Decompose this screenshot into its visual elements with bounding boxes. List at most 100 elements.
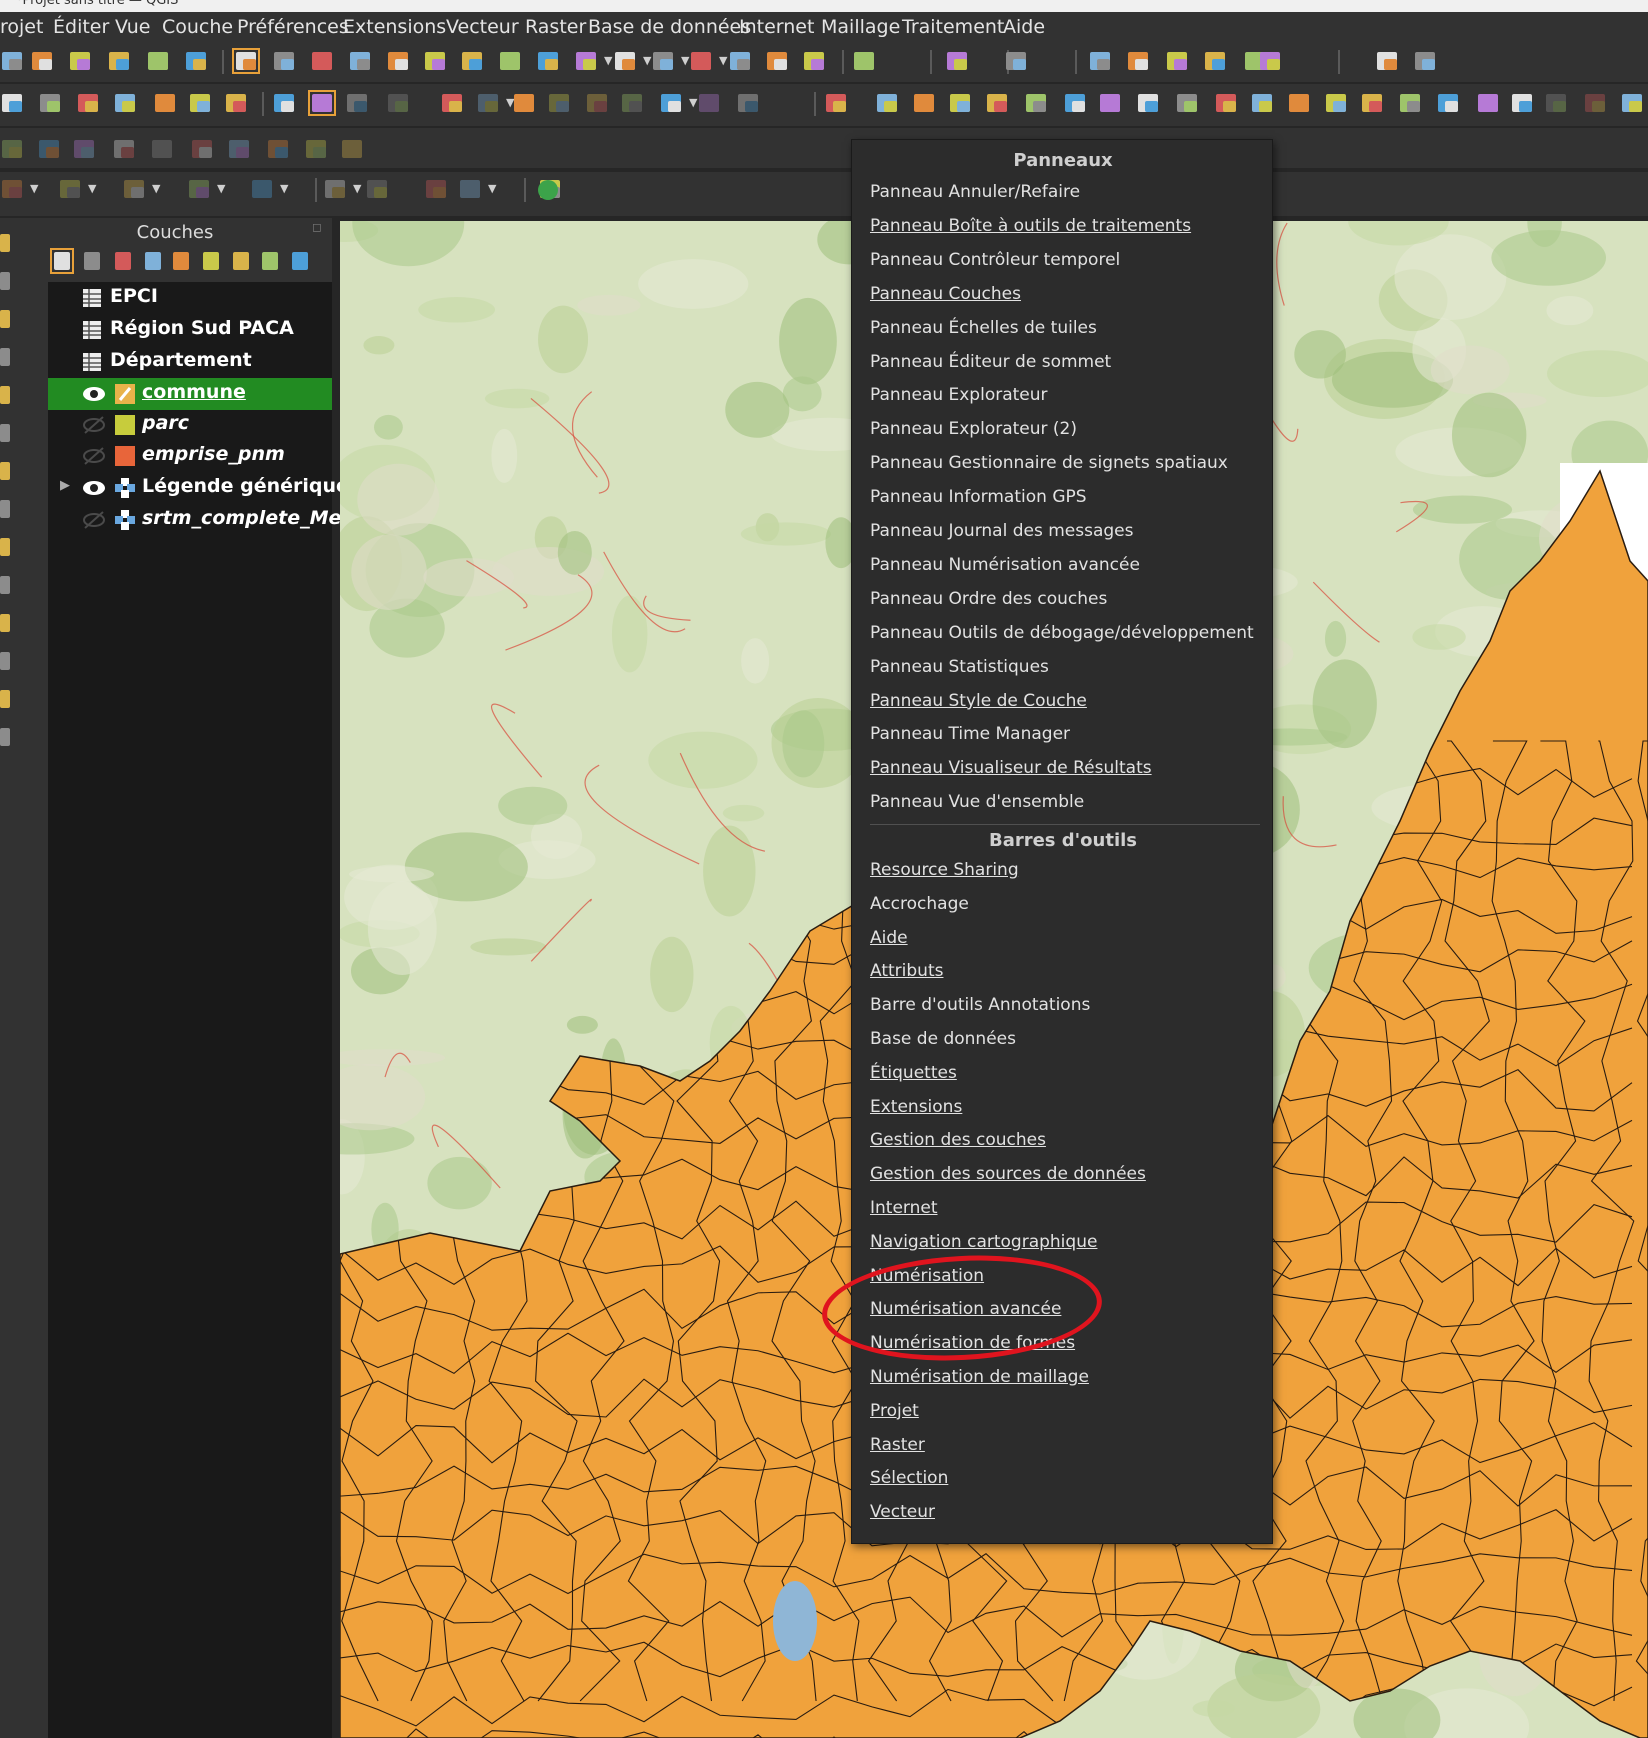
toolbar-tool-icon[interactable] (323, 178, 347, 200)
menu-item-toolbar[interactable]: Gestion des sources de données (870, 1164, 1146, 1184)
menu-item-panel[interactable]: Panneau Annuler/Refaire (870, 182, 1080, 202)
toolbar-tool-icon[interactable] (460, 50, 484, 72)
toolbar-tool-icon[interactable] (498, 50, 522, 72)
toolbar-tool-icon[interactable] (824, 92, 848, 114)
toolbar-tool-icon[interactable] (1004, 50, 1028, 72)
toolbar-tool-icon[interactable] (184, 50, 208, 72)
layers-tool-icon[interactable] (201, 250, 221, 272)
toolbar-tool-icon[interactable] (365, 178, 389, 200)
toolbar-tool-icon[interactable] (659, 92, 683, 114)
chevron-down-icon[interactable]: ▼ (353, 182, 361, 195)
toolbar-tool-icon[interactable] (224, 92, 248, 114)
toolbar-tool-icon[interactable] (1136, 92, 1160, 114)
toolbar-tool-icon[interactable] (232, 48, 260, 74)
toolbar-tool-icon[interactable] (345, 92, 369, 114)
toolbar-tool-icon[interactable] (424, 178, 448, 200)
toolbar-tool-icon[interactable] (0, 138, 24, 160)
layers-tool-icon[interactable] (290, 250, 310, 272)
layer-row[interactable]: emprise_pnm (48, 440, 332, 472)
toolbar-tool-icon[interactable] (1175, 92, 1199, 114)
menu-item-panel[interactable]: Panneau Time Manager (870, 724, 1070, 744)
toolbar-tool-icon[interactable] (1360, 92, 1384, 114)
toolbar-tool-icon[interactable] (476, 92, 500, 114)
menu-item-panel[interactable]: Panneau Gestionnaire de signets spatiaux (870, 453, 1228, 473)
menu-item-panel[interactable]: Panneau Couches (870, 284, 1021, 304)
toolbar-tool-icon[interactable] (310, 50, 334, 72)
toolbar-tool-icon[interactable] (1258, 50, 1282, 72)
menu-6[interactable]: Vecteur (446, 16, 519, 38)
toolbar-tool-icon[interactable] (153, 92, 177, 114)
toolbar-tool-icon[interactable] (512, 92, 536, 114)
layer-row[interactable]: Département (48, 346, 332, 378)
menu-item-panel[interactable]: Panneau Explorateur (870, 385, 1048, 405)
toolbar-tool-icon[interactable] (150, 138, 174, 160)
eye-visible-icon[interactable] (82, 478, 106, 498)
menu-item-toolbar[interactable]: Vecteur (870, 1502, 935, 1522)
layer-row[interactable]: Région Sud PACA (48, 314, 332, 346)
menu-3[interactable]: Couche (162, 16, 233, 38)
toolbar-tool-icon[interactable] (1098, 92, 1122, 114)
toolbar-tool-icon[interactable] (187, 178, 211, 200)
layer-row[interactable]: srtm_complete_Mer (48, 504, 351, 536)
toolbar-tool-icon[interactable] (1436, 92, 1460, 114)
chevron-down-icon[interactable]: ▼ (719, 54, 727, 67)
toolbar-tool-icon[interactable] (304, 138, 328, 160)
toolbar-tool-icon[interactable] (651, 50, 675, 72)
layers-tool-icon[interactable] (171, 250, 191, 272)
menu-item-panel[interactable]: Panneau Vue d'ensemble (870, 792, 1084, 812)
menu-item-toolbar[interactable]: Étiquettes (870, 1063, 957, 1083)
side-tool-icon[interactable] (0, 650, 12, 672)
toolbar-tool-icon[interactable] (76, 92, 100, 114)
toolbar-tool-icon[interactable] (585, 92, 609, 114)
layer-row[interactable]: ▶ Légende générique (48, 472, 349, 504)
toolbar-tool-icon[interactable] (1126, 50, 1150, 72)
toolbar-tool-icon[interactable] (1250, 92, 1274, 114)
toolbar-tool-icon[interactable] (113, 92, 137, 114)
toolbar-tool-icon[interactable] (985, 92, 1009, 114)
menu-item-panel[interactable]: Panneau Éditeur de sommet (870, 352, 1111, 372)
toolbar-tool-icon[interactable] (188, 92, 212, 114)
toolbar-tool-icon[interactable] (620, 92, 644, 114)
chevron-down-icon[interactable]: ▼ (488, 182, 496, 195)
menu-item-panel[interactable]: Panneau Boîte à outils de traitements (870, 216, 1191, 236)
layers-tool-icon[interactable] (143, 250, 163, 272)
share-icon[interactable] (538, 180, 558, 200)
chevron-down-icon[interactable]: ▼ (280, 182, 288, 195)
toolbar-tool-icon[interactable] (266, 138, 290, 160)
menu-item-toolbar[interactable]: Projet (870, 1401, 919, 1421)
toolbar-tool-icon[interactable] (852, 50, 876, 72)
toolbar-tool-icon[interactable] (0, 92, 24, 114)
side-tool-icon[interactable] (0, 384, 12, 406)
layers-tool-icon[interactable] (260, 250, 280, 272)
toolbar-tool-icon[interactable] (1287, 92, 1311, 114)
eye-hidden-icon[interactable] (82, 510, 106, 530)
chevron-down-icon[interactable]: ▼ (30, 182, 38, 195)
side-tool-icon[interactable] (0, 536, 12, 558)
menu-item-panel[interactable]: Panneau Statistiques (870, 657, 1049, 677)
toolbar-tool-icon[interactable] (68, 50, 92, 72)
side-tool-icon[interactable] (0, 574, 12, 596)
eye-hidden-icon[interactable] (82, 446, 106, 466)
menu-item-toolbar[interactable]: Numérisation de maillage (870, 1367, 1089, 1387)
toolbar-tool-icon[interactable] (1165, 50, 1189, 72)
toolbar-tool-icon[interactable] (308, 90, 336, 116)
toolbar-tool-icon[interactable] (1088, 50, 1112, 72)
menu-2[interactable]: Vue (115, 16, 150, 38)
toolbar-tool-icon[interactable] (340, 138, 364, 160)
menu-11[interactable]: Traitement (902, 16, 1004, 38)
toolbar-tool-icon[interactable] (1510, 92, 1534, 114)
toolbar-tool-icon[interactable] (728, 50, 752, 72)
chevron-down-icon[interactable]: ▼ (88, 182, 96, 195)
toolbar-tool-icon[interactable] (1063, 92, 1087, 114)
toolbar-tool-icon[interactable] (58, 178, 82, 200)
menu-7[interactable]: Raster (525, 16, 586, 38)
eye-hidden-icon[interactable] (82, 415, 106, 435)
toolbar-tool-icon[interactable] (547, 92, 571, 114)
menu-item-panel[interactable]: Panneau Explorateur (2) (870, 419, 1077, 439)
toolbar-tool-icon[interactable] (689, 50, 713, 72)
menu-item-toolbar[interactable]: Sélection (870, 1468, 948, 1488)
toolbar-tool-icon[interactable] (227, 138, 251, 160)
menu-item-toolbar[interactable]: Base de données (870, 1029, 1016, 1049)
menu-item-panel[interactable]: Panneau Contrôleur temporel (870, 250, 1120, 270)
toolbar-tool-icon[interactable] (912, 92, 936, 114)
